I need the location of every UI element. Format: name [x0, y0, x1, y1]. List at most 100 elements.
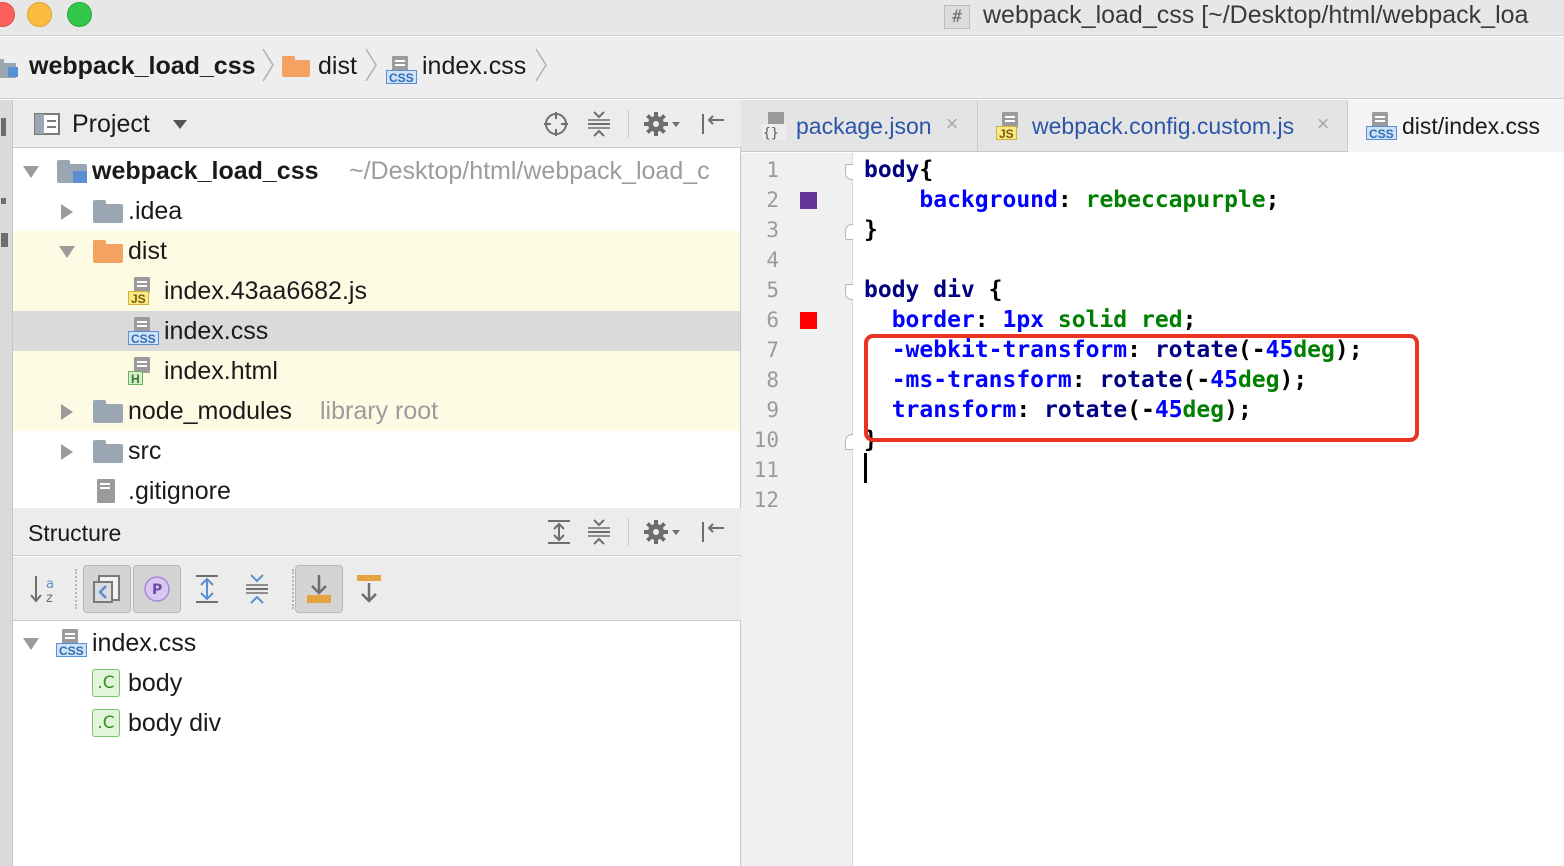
- gear-icon: [644, 112, 680, 136]
- pin-left-icon: [702, 522, 724, 542]
- zoom-window-button[interactable]: [67, 2, 92, 27]
- tree-item-label: webpack_load_css: [92, 157, 319, 185]
- sort-alpha-icon: a z: [30, 576, 54, 606]
- collapse-all-icon: [246, 574, 268, 604]
- hide-panel-button[interactable]: [699, 518, 727, 546]
- hide-panel-button[interactable]: [699, 110, 727, 138]
- structure-panel-header: Structure: [13, 508, 741, 556]
- css-number: 1px: [1002, 307, 1045, 333]
- pin-left-icon: [702, 114, 724, 134]
- strip-marker: [1, 198, 6, 204]
- structure-panel-title: Structure: [28, 520, 122, 546]
- toolbar-separator: [292, 569, 294, 609]
- tree-item-dist[interactable]: dist: [13, 231, 740, 271]
- collapse-all-button[interactable]: [585, 518, 613, 546]
- dropdown-arrow-icon[interactable]: [173, 120, 187, 130]
- svg-text:z: z: [46, 591, 53, 606]
- toolbar-separator: [628, 110, 629, 138]
- code-line-1: body{: [864, 155, 933, 185]
- collapsed-arrow-icon[interactable]: [59, 404, 75, 420]
- collapse-all-icon: [588, 111, 610, 137]
- line-number: 9: [766, 398, 779, 422]
- strip-marker: [1, 118, 6, 136]
- settings-button[interactable]: [643, 110, 683, 138]
- colon: :: [1057, 187, 1072, 213]
- css-property: background: [919, 187, 1058, 213]
- text-caret: [864, 453, 867, 483]
- js-file-icon: JS: [996, 112, 1026, 141]
- expanded-arrow-icon[interactable]: [23, 164, 39, 180]
- tree-item-index-js[interactable]: JS index.43aa6682.js: [13, 271, 740, 311]
- tree-item-label: node_modules: [128, 397, 293, 425]
- tree-item-node-modules[interactable]: node_modules library root: [13, 391, 740, 431]
- tree-item-gitignore[interactable]: .gitignore: [13, 471, 740, 511]
- structure-item-file[interactable]: CSS index.css: [13, 623, 740, 663]
- tab-label: webpack.config.custom.js: [1032, 112, 1295, 139]
- folder-icon: [282, 55, 310, 77]
- settings-button[interactable]: [643, 518, 683, 546]
- tree-item-project-root[interactable]: webpack_load_css ~/Desktop/html/webpack_…: [13, 151, 740, 191]
- minimize-window-button[interactable]: [27, 2, 52, 27]
- tree-item-label: index.css: [164, 317, 269, 345]
- strip-marker: [1, 233, 8, 247]
- expand-all-button[interactable]: [545, 518, 573, 546]
- project-tool-window: Project webpack_load_css ~/Desktop/html/…: [13, 100, 741, 866]
- editor-gutter: 1 2 3 4 5 6 7 8 9 10 11 12: [741, 153, 859, 866]
- tree-item-index-html[interactable]: H index.html: [13, 351, 740, 391]
- collapse-all-button[interactable]: [585, 110, 613, 138]
- color-swatch-rebeccapurple[interactable]: [800, 192, 817, 209]
- breadcrumb-label: index.css: [422, 51, 527, 80]
- breadcrumb-item-project[interactable]: webpack_load_css: [29, 37, 256, 95]
- tree-item-idea[interactable]: .idea: [13, 191, 740, 231]
- expanded-arrow-icon[interactable]: [59, 244, 75, 260]
- chevron-right-icon: [261, 45, 275, 85]
- tree-item-label: dist: [128, 237, 167, 265]
- tab-webpack-config[interactable]: JS webpack.config.custom.js ×: [978, 100, 1348, 152]
- color-swatch-red[interactable]: [800, 312, 817, 329]
- folder-icon: [93, 239, 123, 263]
- structure-item-label: index.css: [92, 629, 197, 657]
- project-panel-header: Project: [13, 100, 741, 148]
- css-value: solid: [1057, 307, 1128, 333]
- structure-toolbar: a z P: [13, 557, 741, 621]
- autoscroll-from-source-button[interactable]: [345, 565, 393, 613]
- code-line-3: }: [864, 215, 878, 245]
- tab-dist-index-css[interactable]: CSS dist/index.css: [1348, 100, 1564, 152]
- expanded-arrow-icon[interactable]: [23, 636, 39, 652]
- collapsed-arrow-icon[interactable]: [59, 444, 75, 460]
- svg-text:{}: {}: [763, 126, 779, 140]
- tab-package-json[interactable]: {} package.json ×: [741, 100, 978, 152]
- close-window-button[interactable]: [0, 2, 15, 27]
- semicolon: ;: [1182, 307, 1197, 333]
- module-icon: [0, 59, 18, 78]
- autoscroll-to-source-button[interactable]: [295, 565, 343, 613]
- toolbar-separator: [75, 569, 77, 609]
- close-tab-icon[interactable]: ×: [1312, 113, 1334, 135]
- breadcrumb-item-dist[interactable]: dist: [282, 37, 357, 95]
- show-inherited-button[interactable]: [83, 565, 131, 613]
- collapse-all-button[interactable]: [233, 565, 281, 613]
- project-view-selector[interactable]: Project: [72, 110, 150, 139]
- close-tab-icon[interactable]: ×: [941, 113, 963, 135]
- tree-item-index-css[interactable]: CSS index.css: [13, 311, 740, 351]
- chevron-right-icon: [364, 45, 378, 85]
- sort-alphabetically-button[interactable]: a z: [21, 565, 69, 613]
- tree-item-src[interactable]: src: [13, 431, 740, 471]
- collapsed-arrow-icon[interactable]: [59, 204, 75, 220]
- html-file-icon: H: [128, 357, 158, 386]
- line-number: 5: [766, 278, 779, 302]
- structure-item-body-div[interactable]: .C body div: [13, 703, 740, 743]
- semicolon: ;: [1265, 187, 1280, 213]
- expand-all-button[interactable]: [183, 565, 231, 613]
- breadcrumb-item-index-css[interactable]: CSS index.css: [386, 37, 526, 95]
- folder-icon: [93, 439, 123, 463]
- locate-file-button[interactable]: [542, 110, 570, 138]
- show-properties-button[interactable]: P: [133, 565, 181, 613]
- annotation-highlight-box: [864, 334, 1419, 442]
- structure-item-label: body: [128, 669, 183, 697]
- css-selector: body div: [864, 277, 975, 303]
- line-number: 7: [766, 338, 779, 362]
- code-editor[interactable]: body{ background: rebeccapurple; } body …: [853, 153, 1564, 866]
- code-line-5: body div {: [864, 275, 1002, 305]
- structure-item-body[interactable]: .C body: [13, 663, 740, 703]
